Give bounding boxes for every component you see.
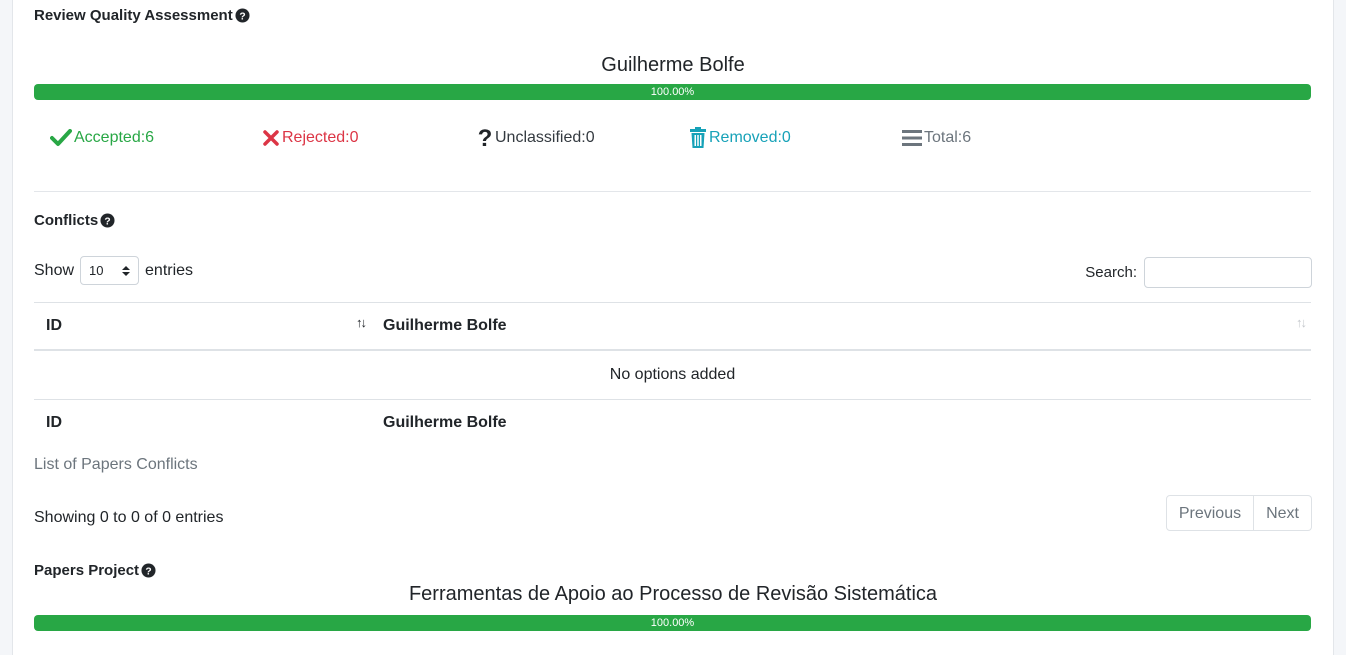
papers-project-title: Papers Project ? xyxy=(34,562,156,579)
rejected-value: 0 xyxy=(349,129,359,146)
previous-button[interactable]: Previous xyxy=(1165,495,1255,531)
review-progress: 100.00% xyxy=(34,84,1311,100)
removed-label: Removed: xyxy=(709,129,782,146)
sort-icon: ↑↓ xyxy=(356,315,367,330)
entries-label: entries xyxy=(145,261,194,279)
question-icon: ? xyxy=(478,127,493,149)
question-circle-icon[interactable]: ? xyxy=(100,213,115,228)
column-header-reviewer[interactable]: Guilherme Bolfe ↑↓ xyxy=(371,302,1311,351)
svg-text:?: ? xyxy=(478,127,493,149)
removed-value: 0 xyxy=(781,129,791,146)
column-header-reviewer-label: Guilherme Bolfe xyxy=(383,317,507,334)
project-progress-bar: 100.00% xyxy=(34,615,1311,631)
bars-icon xyxy=(902,130,922,146)
review-progress-bar: 100.00% xyxy=(34,84,1311,100)
question-circle-icon[interactable]: ? xyxy=(235,8,250,23)
svg-text:?: ? xyxy=(105,216,111,227)
accepted-value: 6 xyxy=(145,129,155,146)
unclassified-label: Unclassified: xyxy=(495,129,586,146)
removed-stat: Removed: 0 xyxy=(689,125,791,151)
next-button[interactable]: Next xyxy=(1254,495,1312,531)
accepted-stat: Accepted: 6 xyxy=(50,125,154,151)
times-icon xyxy=(263,130,279,146)
total-value: 6 xyxy=(962,129,972,146)
table-row: No options added xyxy=(34,350,1311,400)
footer-id: ID xyxy=(46,414,62,431)
table-caption: List of Papers Conflicts xyxy=(34,456,198,473)
project-progress: 100.00% xyxy=(34,615,1311,631)
svg-text:?: ? xyxy=(145,566,151,577)
table-footer-row: ID Guilherme Bolfe xyxy=(34,400,1311,447)
column-header-id[interactable]: ID ↑↓ xyxy=(34,302,371,351)
conflicts-title-text: Conflicts xyxy=(34,212,99,229)
reviewer-name: Guilherme Bolfe xyxy=(601,54,745,76)
rejected-stat: Rejected: 0 xyxy=(262,125,359,151)
table-info: Showing 0 to 0 of 0 entries xyxy=(34,509,224,526)
svg-text:?: ? xyxy=(239,11,245,22)
search-input[interactable] xyxy=(1144,257,1312,288)
page-size-select[interactable]: 10 xyxy=(80,256,140,285)
pagination: Previous Next xyxy=(1165,495,1312,531)
papers-project-title-text: Papers Project xyxy=(34,562,140,579)
question-circle-icon[interactable]: ? xyxy=(141,563,156,578)
show-label: Show xyxy=(34,261,75,279)
empty-message: No options added xyxy=(34,350,1311,400)
total-stat: Total: 6 xyxy=(902,125,971,151)
conflicts-table: ID ↑↓ Guilherme Bolfe ↑↓ No options adde… xyxy=(34,302,1311,446)
unclassified-value: 0 xyxy=(585,129,595,146)
column-header-id-label: ID xyxy=(46,317,62,334)
footer-reviewer: Guilherme Bolfe xyxy=(383,414,507,431)
review-quality-title-text: Review Quality Assessment xyxy=(34,7,233,24)
show-entries: Show 10 entries xyxy=(34,256,193,285)
sort-icon: ↑↓ xyxy=(1296,315,1307,330)
page-size-value: 10 xyxy=(89,263,104,278)
check-icon xyxy=(50,129,72,146)
total-label: Total: xyxy=(924,129,963,146)
review-quality-title: Review Quality Assessment ? xyxy=(34,7,250,24)
select-arrows-icon xyxy=(122,265,131,276)
review-card: Review Quality Assessment ? Guilherme Bo… xyxy=(12,0,1334,655)
search-area: Search: xyxy=(1085,257,1312,288)
section-divider xyxy=(34,191,1311,192)
conflicts-title: Conflicts ? xyxy=(34,212,115,229)
trash-icon xyxy=(690,127,706,148)
rejected-label: Rejected: xyxy=(282,129,350,146)
accepted-label: Accepted: xyxy=(74,129,146,146)
project-name: Ferramentas de Apoio ao Processo de Revi… xyxy=(408,583,938,605)
search-label: Search: xyxy=(1085,264,1137,281)
unclassified-stat: ? Unclassified: 0 xyxy=(477,125,595,151)
table-header-row: ID ↑↓ Guilherme Bolfe ↑↓ xyxy=(34,302,1311,351)
